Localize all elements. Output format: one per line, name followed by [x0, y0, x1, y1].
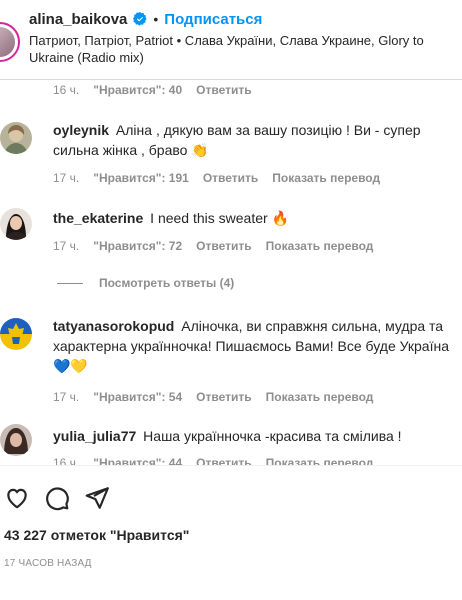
comment-likes[interactable]: "Нравится": 40 [93, 83, 182, 97]
action-bar [4, 485, 110, 511]
comment-likes[interactable]: "Нравится": 54 [93, 390, 182, 404]
comment-meta: 17 ч. "Нравится": 72 Ответить Показать п… [53, 239, 373, 253]
post-timestamp[interactable]: 17 ЧАСОВ НАЗАД [4, 558, 92, 569]
reply-button[interactable]: Ответить [196, 390, 251, 404]
likes-count[interactable]: 43 227 отметок "Нравится" [4, 527, 189, 543]
author-row: alina_baikova • Подписаться [29, 9, 262, 29]
translate-button[interactable]: Показать перевод [272, 171, 380, 185]
comment-bubble-icon[interactable] [44, 485, 70, 511]
view-replies-button[interactable]: Посмотреть ответы (4) [57, 276, 234, 290]
commenter-username[interactable]: tatyanasorokopud [53, 318, 174, 334]
commenter-username[interactable]: yulia_julia77 [53, 428, 136, 444]
comment-meta: 16 ч. "Нравится": 44 Ответить Показать п… [53, 456, 373, 465]
comment-meta: 17 ч. "Нравится": 54 Ответить Показать п… [53, 390, 373, 404]
comment-time[interactable]: 17 ч. [53, 239, 79, 253]
reply-button[interactable]: Ответить [196, 83, 251, 97]
comment-time[interactable]: 16 ч. [53, 83, 79, 97]
translate-button[interactable]: Показать перевод [266, 390, 374, 404]
comments-list[interactable]: 16 ч. "Нравится": 40 Ответить oyleynik А… [0, 80, 462, 465]
comment-meta: 16 ч. "Нравится": 40 Ответить [53, 83, 252, 97]
audio-title[interactable]: Патриот, Патріот, Patriot • Слава Україн… [29, 32, 449, 66]
comment-time[interactable]: 17 ч. [53, 390, 79, 404]
comment-text: I need this sweater 🔥 [150, 210, 290, 226]
translate-button[interactable]: Показать перевод [266, 456, 374, 465]
post-footer: 43 227 отметок "Нравится" 17 ЧАСОВ НАЗАД [0, 465, 462, 600]
view-replies-label: Посмотреть ответы (4) [99, 276, 235, 290]
like-heart-icon[interactable] [4, 485, 30, 511]
comment-likes[interactable]: "Нравится": 72 [93, 239, 182, 253]
post-header: alina_baikova • Подписаться Патриот, Пат… [0, 0, 462, 80]
commenter-avatar[interactable] [0, 122, 32, 154]
comment-meta: 17 ч. "Нравится": 191 Ответить Показать … [53, 171, 380, 185]
author-username[interactable]: alina_baikova [29, 11, 127, 28]
commenter-avatar[interactable] [0, 208, 32, 240]
comment-likes[interactable]: "Нравится": 191 [93, 171, 189, 185]
comment-likes[interactable]: "Нравится": 44 [93, 456, 182, 465]
verified-badge-icon [133, 12, 148, 26]
commenter-avatar[interactable] [0, 424, 32, 456]
comment-text: Наша українночка -красива та смілива ! [143, 428, 402, 444]
comment-time[interactable]: 17 ч. [53, 171, 79, 185]
follow-button[interactable]: Подписаться [164, 11, 262, 28]
commenter-username[interactable]: oyleynik [53, 122, 109, 138]
comment-time[interactable]: 16 ч. [53, 456, 79, 465]
reply-button[interactable]: Ответить [196, 239, 251, 253]
header-separator: • [153, 11, 159, 27]
share-paper-plane-icon[interactable] [84, 485, 110, 511]
replies-divider [57, 282, 83, 284]
reply-button[interactable]: Ответить [203, 171, 258, 185]
translate-button[interactable]: Показать перевод [266, 239, 374, 253]
reply-button[interactable]: Ответить [196, 456, 251, 465]
commenter-username[interactable]: the_ekaterine [53, 210, 143, 226]
commenter-avatar[interactable] [0, 318, 32, 350]
